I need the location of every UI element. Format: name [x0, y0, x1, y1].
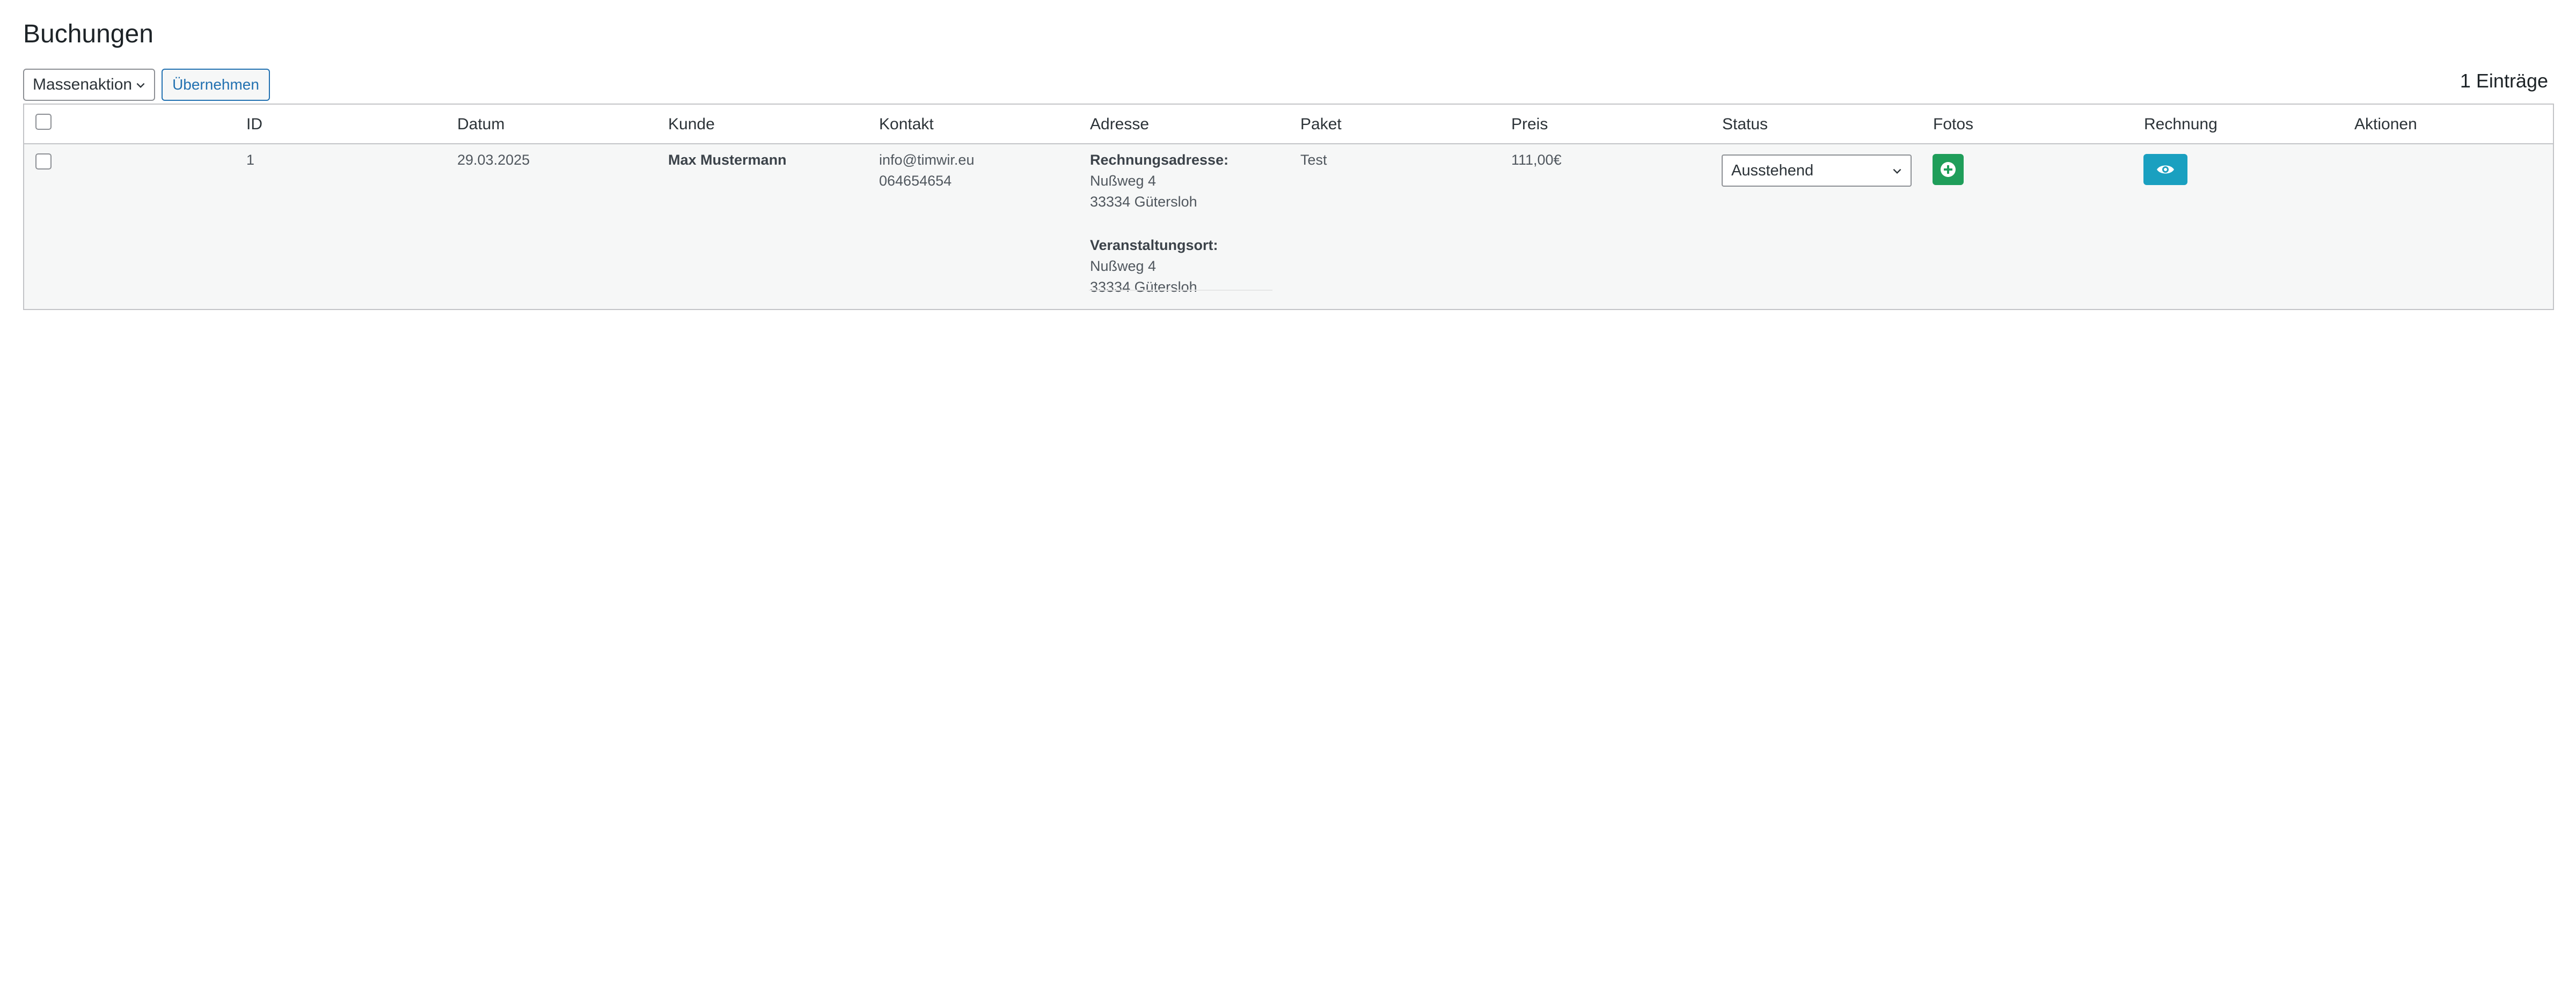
eye-icon — [2157, 165, 2174, 174]
add-photos-button[interactable] — [1933, 154, 1964, 185]
address-divider — [1089, 290, 1272, 291]
booking-id: 1 — [246, 152, 255, 168]
bookings-table: ID Datum Kunde Kontakt Adresse Paket Pre… — [23, 104, 2554, 310]
bulk-action-select[interactable]: Massenaktion — [23, 69, 155, 101]
entries-count: 1 Einträge — [2460, 70, 2548, 92]
column-header-package: Paket — [1300, 115, 1342, 133]
venue-street: Nußweg 4 — [1090, 258, 1157, 274]
row-select-checkbox[interactable] — [35, 153, 52, 170]
venue-city: 33334 Gütersloh — [1090, 279, 1197, 295]
table-header: ID Datum Kunde Kontakt Adresse Paket Pre… — [24, 105, 2553, 144]
column-header-contact: Kontakt — [879, 115, 934, 133]
status-select[interactable]: Ausstehend — [1722, 154, 1912, 187]
view-invoice-button[interactable] — [2143, 154, 2187, 185]
column-header-id: ID — [246, 115, 262, 133]
column-header-address: Adresse — [1090, 115, 1150, 133]
billing-address-street: Nußweg 4 — [1090, 173, 1157, 189]
contact-phone: 064654654 — [879, 173, 952, 189]
column-header-date: Datum — [457, 115, 505, 133]
column-header-photos: Fotos — [1933, 115, 1974, 133]
bulk-action-selected-label: Massenaktion — [33, 76, 133, 93]
status-selected-label: Ausstehend — [1731, 161, 1814, 179]
chevron-down-icon — [136, 83, 145, 89]
contact-email: info@timwir.eu — [879, 152, 975, 168]
select-all-checkbox[interactable] — [35, 114, 52, 130]
billing-address-label: Rechnungsadresse: — [1090, 152, 1229, 168]
billing-address-city: 33334 Gütersloh — [1090, 194, 1197, 210]
chevron-down-icon — [1893, 168, 1901, 174]
bookings-page: Buchungen Massenaktion Übernehmen 1 Eint… — [0, 0, 2576, 987]
column-header-invoice: Rechnung — [2144, 115, 2218, 133]
package-name: Test — [1300, 152, 1327, 168]
column-header-status: Status — [1722, 115, 1768, 133]
column-header-price: Preis — [1511, 115, 1548, 133]
venue-label: Veranstaltungsort: — [1090, 237, 1218, 253]
apply-button[interactable]: Übernehmen — [162, 69, 270, 101]
booking-price: 111,00€ — [1511, 152, 1562, 168]
column-header-actions: Aktionen — [2354, 115, 2417, 133]
booking-date: 29.03.2025 — [457, 152, 530, 168]
customer-name: Max Mustermann — [668, 152, 787, 168]
bulk-actions-toolbar: Massenaktion Übernehmen — [23, 69, 270, 101]
column-header-customer: Kunde — [668, 115, 715, 133]
page-title: Buchungen — [23, 20, 153, 48]
plus-circle-icon — [1941, 162, 1956, 177]
